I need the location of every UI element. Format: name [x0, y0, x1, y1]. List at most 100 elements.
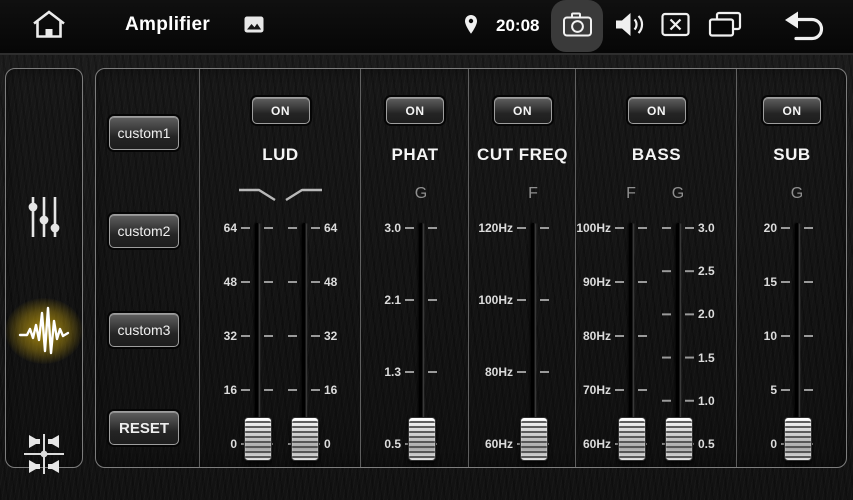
sidebar-item-equalizer[interactable] [26, 195, 62, 239]
scale-label: 1.5 [698, 351, 715, 365]
recent-apps-icon[interactable] [708, 11, 742, 43]
tick-marks [428, 227, 437, 445]
status-bar: Amplifier 20:08 [0, 0, 853, 55]
camera-icon[interactable] [562, 11, 593, 42]
back-icon[interactable] [782, 9, 828, 44]
tick-marks [804, 227, 813, 445]
channel-lud: ON LUD 64 48 32 16 0 [199, 69, 361, 467]
tick-marks [517, 227, 526, 445]
bass-gain-slider: G 3.0 2.5 2.0 1.5 1.0 0.5 [618, 181, 738, 467]
phat-on-button[interactable]: ON [386, 97, 444, 124]
channel-sub: ON SUB G 20 15 10 5 0 [736, 69, 847, 467]
sidebar-item-amplifier[interactable] [18, 303, 70, 359]
scale-label: 20 [764, 221, 777, 235]
scale-label: 120Hz [478, 221, 513, 235]
scale-label: 32 [224, 329, 237, 343]
scale-label: 48 [224, 275, 237, 289]
scale-label: 100Hz [576, 221, 611, 235]
scale-label: 10 [764, 329, 777, 343]
sub-on-button[interactable]: ON [763, 97, 821, 124]
sub-scale: 20 15 10 5 0 [731, 221, 777, 451]
tick-marks [311, 227, 320, 445]
scale-label: 80Hz [485, 365, 513, 379]
scale-label: 48 [324, 275, 337, 289]
cutfreq-title: CUT FREQ [469, 145, 576, 165]
tick-marks [685, 227, 694, 445]
mode-sidebar [5, 68, 83, 468]
scale-label: 0 [770, 437, 777, 451]
phat-scale: 3.0 2.1 1.3 0.5 [355, 221, 401, 451]
scale-label: 15 [764, 275, 777, 289]
scale-label: 0 [324, 437, 331, 451]
amplifier-screen: { "topbar": { "title": "Amplifier", "tim… [0, 0, 853, 500]
lud-on-button[interactable]: ON [252, 97, 310, 124]
cutfreq-slider-knob[interactable] [520, 417, 548, 461]
channel-bass: ON BASS F 100Hz 90Hz 80Hz 70Hz 60Hz G 3.… [575, 69, 737, 467]
phat-title: PHAT [361, 145, 469, 165]
sub-title: SUB [737, 145, 847, 165]
channel-phat: ON PHAT G 3.0 2.1 1.3 0.5 [360, 69, 469, 467]
scale-label: 2.1 [384, 293, 401, 307]
cutfreq-on-button[interactable]: ON [494, 97, 552, 124]
tick-marks [405, 227, 414, 445]
page-title: Amplifier [125, 14, 210, 36]
phat-gain-slider: G 3.0 2.1 1.3 0.5 [361, 181, 481, 467]
custom1-button[interactable]: custom1 [109, 116, 179, 150]
sub-gain-slider: G 20 15 10 5 0 [737, 181, 853, 467]
waveform-icon [18, 303, 70, 359]
scale-label: 2.0 [698, 307, 715, 321]
tick-marks [662, 227, 671, 445]
shelf-curve-up-icon [244, 185, 364, 208]
custom2-button[interactable]: custom2 [109, 214, 179, 248]
home-icon[interactable] [30, 8, 68, 45]
tick-marks [781, 227, 790, 445]
speakers-balance-icon [22, 431, 66, 477]
gain-header: G [737, 185, 853, 203]
scale-label: 1.3 [384, 365, 401, 379]
scale-label: 64 [324, 221, 337, 235]
scale-label: 5 [770, 383, 777, 397]
clock: 20:08 [496, 16, 539, 36]
scale-label: 60Hz [485, 437, 513, 451]
bass-on-button[interactable]: ON [628, 97, 686, 124]
bass-freq-scale: 100Hz 90Hz 80Hz 70Hz 60Hz [565, 221, 611, 451]
location-icon[interactable] [463, 14, 479, 40]
bass-gain-slider-knob[interactable] [665, 417, 693, 461]
scale-label: 2.5 [698, 264, 715, 278]
scale-label: 80Hz [583, 329, 611, 343]
channel-cutfreq: ON CUT FREQ F 120Hz 100Hz 80Hz 60Hz [468, 69, 576, 467]
scale-label: 0.5 [698, 437, 715, 451]
volume-icon[interactable] [613, 11, 645, 43]
image-icon[interactable] [244, 16, 264, 38]
scale-label: 32 [324, 329, 337, 343]
scale-label: 0 [230, 437, 237, 451]
reset-button[interactable]: RESET [109, 411, 179, 445]
scale-label: 64 [224, 221, 237, 235]
scale-label: 0.5 [384, 437, 401, 451]
scale-label: 3.0 [698, 221, 715, 235]
scale-label: 70Hz [583, 383, 611, 397]
phat-slider-knob[interactable] [408, 417, 436, 461]
lud-title: LUD [200, 145, 361, 165]
lud-slider-right: 64 48 32 16 0 [244, 181, 364, 467]
sidebar-item-balance-fader[interactable] [22, 431, 66, 477]
gain-header: G [618, 185, 738, 203]
scale-label: 16 [224, 383, 237, 397]
scale-label: 3.0 [384, 221, 401, 235]
scale-label: 16 [324, 383, 337, 397]
scale-label: 1.0 [698, 394, 715, 408]
equalizer-sliders-icon [26, 195, 62, 239]
lud-right-slider-knob[interactable] [291, 417, 319, 461]
scale-label: 90Hz [583, 275, 611, 289]
amplifier-panel: custom1 custom2 custom3 RESET ON LUD 64 … [95, 68, 847, 468]
presets-column: custom1 custom2 custom3 RESET [96, 69, 199, 467]
tick-marks [288, 227, 297, 445]
custom3-button[interactable]: custom3 [109, 313, 179, 347]
bass-title: BASS [576, 145, 737, 165]
scale-label: 100Hz [478, 293, 513, 307]
cutfreq-scale: 120Hz 100Hz 80Hz 60Hz [467, 221, 513, 451]
lud-left-scale: 64 48 32 16 0 [191, 221, 237, 451]
sub-slider-knob[interactable] [784, 417, 812, 461]
gain-header: G [361, 185, 481, 203]
close-window-icon[interactable] [661, 12, 690, 41]
